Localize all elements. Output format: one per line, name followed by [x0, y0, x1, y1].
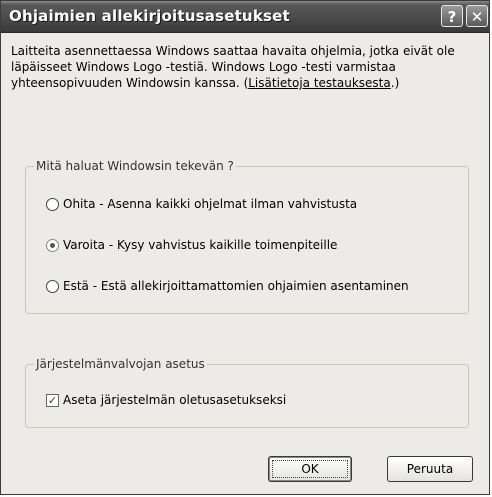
radio-warn[interactable]: Varoita - Kysy vahvistus kaikille toimen…	[46, 236, 337, 254]
radio-warn-button[interactable]	[46, 238, 59, 252]
radio-block-button[interactable]	[46, 279, 59, 293]
ok-button[interactable]: OK	[268, 456, 352, 482]
admin-group-legend: Järjestelmänvalvojan asetus	[34, 357, 207, 371]
default-setting-checkbox-row[interactable]: ✓ Aseta järjestelmän oletusasetukseksi	[46, 391, 286, 409]
default-setting-checkbox[interactable]: ✓	[46, 393, 59, 407]
close-button[interactable]: ✕	[466, 5, 488, 27]
intro-suffix: .)	[390, 76, 400, 90]
more-info-link[interactable]: Lisätietoja testauksesta	[248, 76, 391, 90]
radio-warn-label: Varoita - Kysy vahvistus kaikille toimen…	[63, 238, 338, 252]
dialog-window: Ohjaimien allekirjoitusasetukset ? ✕ Lai…	[0, 0, 490, 495]
radio-block[interactable]: Estä - Estä allekirjoittamattomien ohjai…	[46, 277, 409, 295]
radio-block-label: Estä - Estä allekirjoittamattomien ohjai…	[63, 279, 409, 293]
help-button[interactable]: ?	[441, 5, 463, 27]
ok-focus-rect	[272, 460, 348, 478]
default-setting-label: Aseta järjestelmän oletusasetukseksi	[63, 393, 287, 407]
radio-ignore-label: Ohita - Asenna kaikki ohjelmat ilman vah…	[63, 197, 358, 211]
title-bar[interactable]: Ohjaimien allekirjoitusasetukset ? ✕	[1, 1, 489, 33]
behavior-group: Mitä haluat Windowsin tekevän ? Ohita - …	[25, 159, 469, 314]
cancel-button[interactable]: Peruuta	[387, 456, 473, 482]
window-title: Ohjaimien allekirjoitusasetukset	[9, 7, 290, 25]
behavior-group-legend: Mitä haluat Windowsin tekevän ?	[34, 159, 236, 173]
radio-ignore-button[interactable]	[46, 197, 59, 211]
admin-group: Järjestelmänvalvojan asetus ✓ Aseta järj…	[25, 357, 469, 428]
radio-ignore[interactable]: Ohita - Asenna kaikki ohjelmat ilman vah…	[46, 195, 357, 213]
intro-text: Laitteita asennettaessa Windows saattaa …	[11, 43, 477, 91]
